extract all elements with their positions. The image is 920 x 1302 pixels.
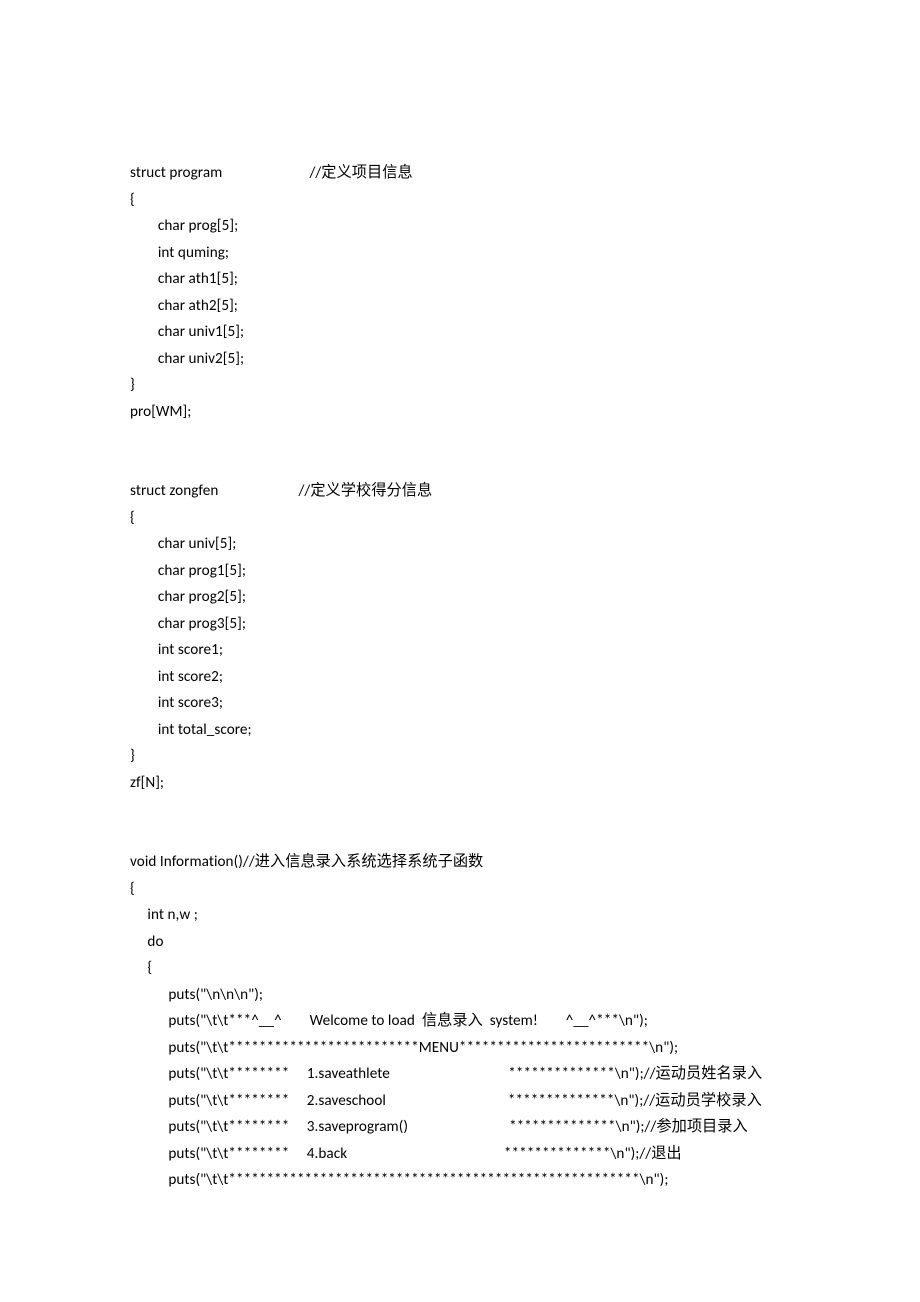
code-line: char prog[5]; — [130, 217, 238, 235]
code-line: char ath2[5]; — [130, 297, 238, 315]
code-line: pro[WM]; — [130, 403, 191, 421]
code-line: int score3; — [130, 694, 223, 712]
code-line: int total_score; — [130, 721, 252, 739]
code-line: struct program //定义项目信息 — [130, 164, 413, 182]
code-line: zf[N]; — [130, 774, 164, 792]
code-line: int score2; — [130, 668, 223, 686]
code-line: { — [130, 880, 135, 898]
code-line: { — [130, 959, 152, 977]
code-line: struct zongfen //定义学校得分信息 — [130, 482, 432, 500]
code-line: { — [130, 191, 135, 209]
code-line: char prog1[5]; — [130, 562, 246, 580]
code-line: } — [130, 376, 135, 394]
code-line: char prog3[5]; — [130, 615, 246, 633]
code-line: int quming; — [130, 244, 229, 262]
code-line: char ath1[5]; — [130, 270, 238, 288]
code-line: } — [130, 747, 135, 765]
code-line: puts("\t\t******** 3.saveprogram() *****… — [130, 1118, 748, 1136]
code-line: puts("\n\n\n"); — [130, 986, 263, 1004]
code-line: char univ[5]; — [130, 535, 236, 553]
code-document: struct program //定义项目信息 { char prog[5]; … — [0, 0, 920, 1284]
code-line: puts("\t\t******** 2.saveschool ********… — [130, 1092, 762, 1110]
code-line: puts("\t\t******** 1.saveathlete *******… — [130, 1065, 762, 1083]
code-line: int score1; — [130, 641, 223, 659]
code-line: { — [130, 509, 135, 527]
code-line: do — [130, 933, 164, 951]
code-line: char univ1[5]; — [130, 323, 244, 341]
code-line: puts("\t\t******************************… — [130, 1171, 668, 1189]
code-line: char univ2[5]; — [130, 350, 244, 368]
code-line: char prog2[5]; — [130, 588, 246, 606]
code-line: puts("\t\t*************************MENU*… — [130, 1039, 678, 1057]
code-line: int n,w ; — [130, 906, 198, 924]
code-line: puts("\t\t******** 4.back **************… — [130, 1145, 682, 1163]
code-line: void Information()//进入信息录入系统选择系统子函数 — [130, 853, 483, 871]
code-line: puts("\t\t***^__^ Welcome to load 信息录入 s… — [130, 1012, 648, 1030]
